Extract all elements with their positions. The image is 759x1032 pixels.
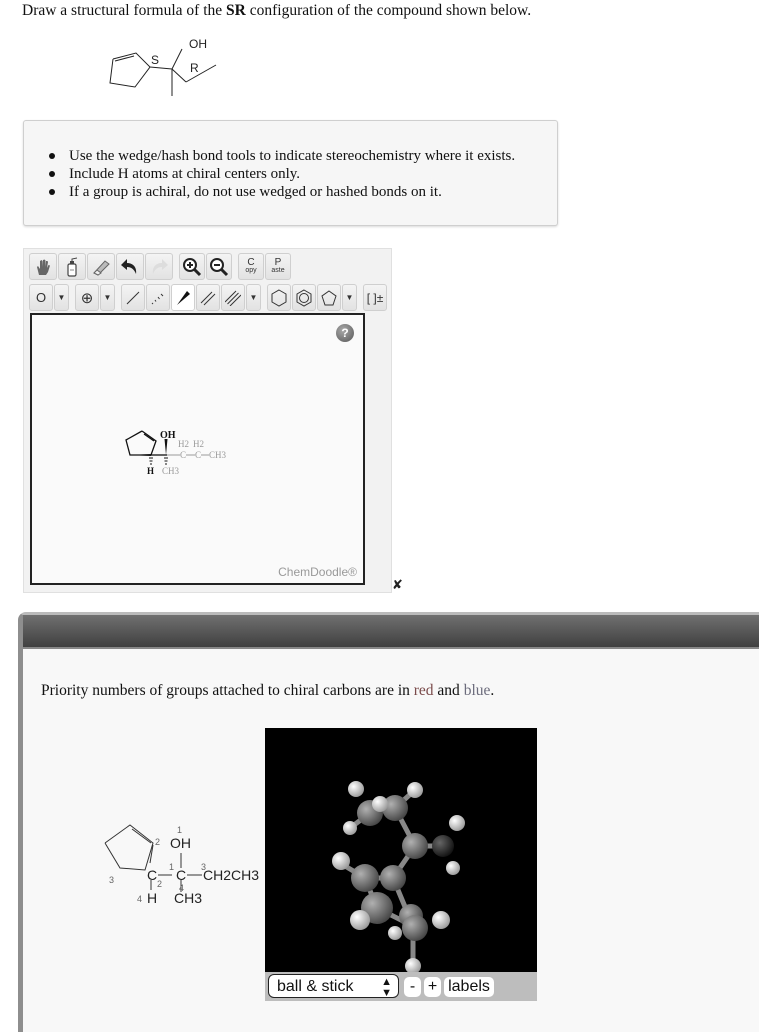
- triple-bond-icon: [225, 290, 241, 306]
- drawn-ch3-label: CH3: [162, 466, 180, 476]
- question-text: Draw a structural formula of the SR conf…: [22, 2, 532, 19]
- 3d-molecule-viewer[interactable]: [265, 728, 537, 974]
- chemdoodle-brand: ChemDoodle®: [278, 565, 357, 579]
- solution-header-bar: [23, 615, 759, 649]
- drawn-c-label: C: [180, 450, 186, 460]
- render-mode-select[interactable]: ball & stick ▲ ▼: [268, 974, 399, 999]
- eraser-button[interactable]: [87, 253, 115, 280]
- wedge-bond-button[interactable]: [171, 284, 195, 311]
- instruction-item: Include H atoms at chiral centers only.: [48, 165, 515, 183]
- drawing-canvas[interactable]: ? OH H H2 H2 C C CH3 CH3 ChemDoodle®: [30, 313, 365, 585]
- bracket-button[interactable]: [ ]±: [363, 284, 387, 311]
- undo-icon: [121, 258, 137, 274]
- priority-label: 4: [179, 883, 184, 893]
- annotated-h: H: [147, 890, 157, 906]
- toolbar-row-1: Copy Paste: [29, 253, 292, 280]
- close-icon[interactable]: ✘: [392, 578, 403, 593]
- priority-label: 3: [201, 862, 206, 872]
- copy-button[interactable]: Copy: [238, 253, 264, 280]
- zoom-out-icon: [210, 257, 229, 276]
- eraser-icon: [93, 259, 110, 276]
- hash-bond-button[interactable]: [146, 284, 170, 311]
- annotated-ethyl: CH2CH3: [203, 867, 259, 883]
- instruction-item: If a group is achiral, do not use wedged…: [48, 183, 515, 201]
- viewer-controls: ball & stick ▲ ▼ - + labels: [265, 972, 537, 1001]
- undo-button[interactable]: [116, 253, 144, 280]
- annotated-oh: OH: [170, 835, 191, 851]
- benzene-button[interactable]: [292, 284, 316, 311]
- instruction-item: Use the wedge/hash bond tools to indicat…: [48, 147, 515, 165]
- toolbar-row-2: O ▼ ⊕ ▼ ▼ ▼ [ ]±: [29, 284, 388, 311]
- annotated-structure: OH C C CH2CH3 H CH3 1 1 3 4 2 2 3 4: [104, 824, 259, 906]
- redo-icon: [152, 258, 168, 274]
- cyclohexane-icon: [271, 288, 287, 307]
- annotated-c-ring: C: [147, 867, 157, 883]
- single-bond-button[interactable]: [121, 284, 145, 311]
- drawn-ch2-label: H2: [178, 439, 189, 449]
- paste-button[interactable]: Paste: [265, 253, 291, 280]
- given-structure: OH S R: [109, 37, 217, 96]
- instructions-list: Use the wedge/hash bond tools to indicat…: [48, 147, 515, 201]
- zoom-in-button[interactable]: [179, 253, 205, 280]
- annotated-c-center: C: [176, 867, 186, 883]
- priority-label: 1: [177, 825, 182, 835]
- zoom-in-model-button[interactable]: +: [424, 977, 441, 997]
- drawn-structure: OH H H2 H2 C C CH3 CH3: [125, 430, 227, 476]
- priority-label: 2: [155, 837, 160, 847]
- zoom-in-icon: [183, 257, 202, 276]
- atom-button[interactable]: O: [29, 284, 53, 311]
- bullet-icon: [49, 189, 55, 195]
- priority-label: 2: [157, 879, 162, 889]
- configuration-label: SR: [226, 2, 246, 19]
- priority-label: 3: [109, 875, 114, 885]
- wedge-bond-icon: [177, 290, 190, 305]
- cyclohexane-button[interactable]: [267, 284, 291, 311]
- drawn-h-label: H: [147, 466, 154, 476]
- select-arrows-icon: ▲ ▼: [381, 976, 392, 999]
- triple-bond-button[interactable]: [221, 284, 245, 311]
- clear-button[interactable]: [58, 253, 86, 280]
- zoom-out-button[interactable]: [206, 253, 232, 280]
- ring-dropdown[interactable]: ▼: [342, 284, 357, 311]
- drawn-oh-label: OH: [160, 430, 176, 441]
- oh-label: OH: [189, 37, 207, 51]
- charge-button[interactable]: ⊕: [75, 284, 99, 311]
- hash-bond-icon: [151, 293, 164, 304]
- wash-bottle-icon: [67, 257, 78, 277]
- bullet-icon: [49, 171, 55, 177]
- single-bond-icon: [126, 291, 140, 304]
- double-bond-icon: [200, 291, 216, 305]
- priority-label: 4: [137, 894, 142, 904]
- labels-button[interactable]: labels: [444, 977, 494, 997]
- r-descriptor: R: [190, 61, 199, 75]
- cyclopentane-icon: [321, 289, 337, 305]
- drawn-ch2-label: H2: [193, 439, 204, 449]
- priority-label: 1: [169, 862, 174, 872]
- benzene-icon: [296, 288, 312, 307]
- instructions-box: Use the wedge/hash bond tools to indicat…: [23, 120, 558, 226]
- priority-note: Priority numbers of groups attached to c…: [41, 682, 495, 699]
- chemdoodle-sketcher: Copy Paste O ▼ ⊕ ▼ ▼ ▼ []± ? OH H H2 H2…: [23, 248, 392, 593]
- bond-dropdown[interactable]: ▼: [246, 284, 261, 311]
- atom-dropdown[interactable]: ▼: [54, 284, 69, 311]
- redo-button[interactable]: [145, 253, 173, 280]
- charge-dropdown[interactable]: ▼: [100, 284, 115, 311]
- pan-button[interactable]: [29, 253, 57, 280]
- drawn-c-label: C: [195, 450, 201, 460]
- drawn-ch3-label: CH3: [209, 450, 227, 460]
- bullet-icon: [49, 153, 55, 159]
- double-bond-button[interactable]: [196, 284, 220, 311]
- cyclopentane-button[interactable]: [317, 284, 341, 311]
- s-descriptor: S: [151, 53, 159, 67]
- zoom-out-model-button[interactable]: -: [404, 977, 421, 997]
- help-button[interactable]: ?: [336, 324, 354, 342]
- ball-and-stick-model: [332, 781, 465, 974]
- hand-icon: [37, 259, 50, 275]
